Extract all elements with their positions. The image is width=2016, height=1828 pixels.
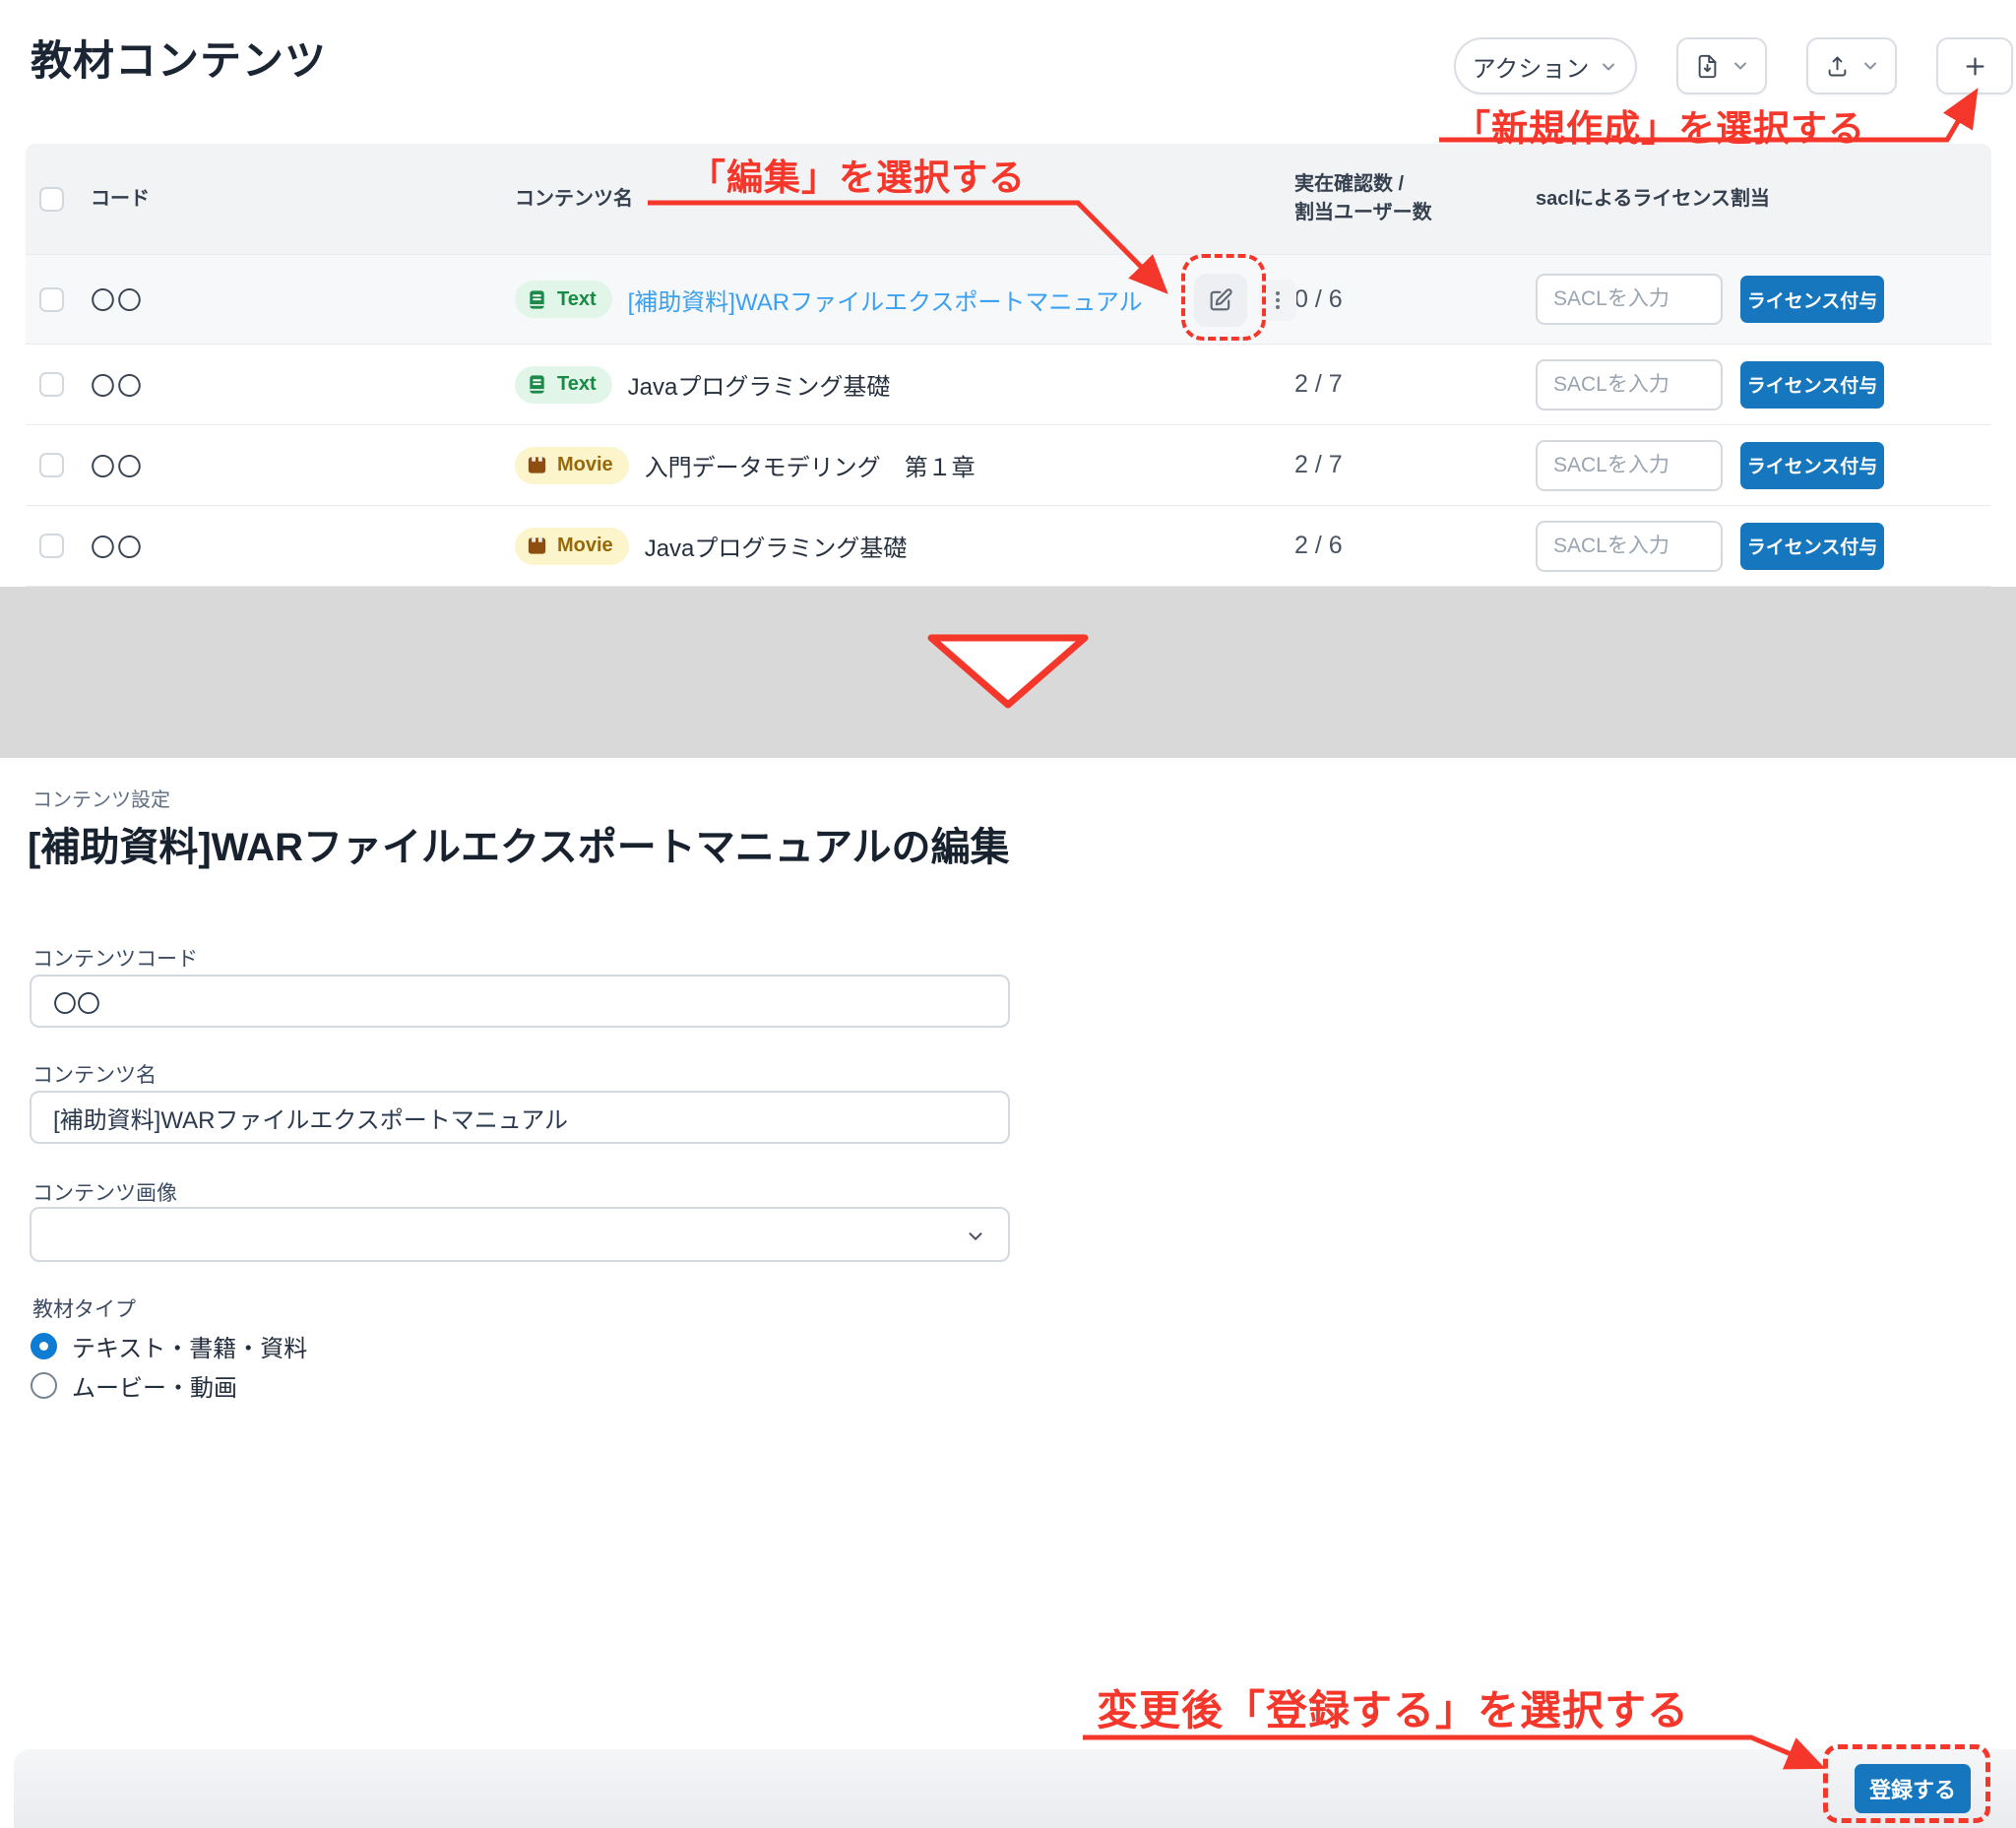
table-row: 〇〇 Movie 入門データモデリング 第１章 2 / 7 [26,425,1991,506]
book-icon [526,288,548,311]
toolbar: アクション [1454,37,2013,95]
footer-bar [14,1749,2016,1828]
table-row: 〇〇 Text Javaプログラミング基礎 2 / 7 [26,345,1991,425]
content-name-label: コンテンツ名 [32,1059,157,1089]
upload-icon [1824,53,1851,80]
grant-license-button[interactable]: ライセンス付与 [1740,361,1884,409]
row-code: 〇〇 [91,367,515,403]
movie-icon [526,454,548,476]
annotation-register: 変更後「登録する」を選択する [1097,1677,1689,1737]
action-dropdown-label: アクション [1473,49,1590,84]
chevron-down-icon [1860,56,1880,76]
row-code: 〇〇 [91,529,515,564]
download-dropdown-button[interactable] [1676,37,1767,95]
book-icon [526,373,548,396]
chevron-down-icon [1599,56,1618,76]
annotation-create-new: 「新規作成」を選択する [1454,98,1865,152]
table-row: 〇〇 Text [補助資料]WARファイルエクスポートマニュアル [26,254,1991,345]
assignment-count: 2 / 6 [1294,532,1536,560]
assignment-count: 2 / 7 [1294,370,1536,399]
column-header-code: コード [91,185,515,214]
radio-option-label: テキスト・書籍・資料 [72,1329,307,1363]
content-table: コード コンテンツ名 実在確認数 / 割当ユーザー数 saclによるライセンス割… [26,144,1991,587]
chevron-down-icon [1731,56,1750,76]
column-header-count: 実在確認数 / 割当ユーザー数 [1294,170,1536,227]
grant-license-button[interactable]: ライセンス付与 [1740,276,1884,323]
chevron-down-icon [965,1226,986,1252]
content-name: 入門データモデリング 第１章 [645,448,976,482]
type-badge-movie: Movie [515,447,629,484]
annotation-edit: 「編集」を選択する [689,148,1026,201]
type-badge-text: Text [515,366,612,404]
assignment-count: 2 / 7 [1294,451,1536,479]
edit-pencil-icon [1207,286,1234,314]
type-badge-text: Text [515,281,612,318]
content-management-page: 教材コンテンツ アクション [0,0,2016,1828]
kebab-menu-icon [1268,288,1288,312]
create-new-button[interactable] [1936,37,2013,95]
radio-option-text[interactable]: テキスト・書籍・資料 [31,1329,307,1363]
edit-button[interactable] [1194,274,1247,327]
page-title: 教材コンテンツ [31,28,327,88]
select-all-checkbox[interactable] [39,187,64,212]
radio-option-movie[interactable]: ムービー・動画 [31,1368,237,1403]
register-button[interactable]: 登録する [1855,1764,1971,1813]
content-name: Javaプログラミング基礎 [645,529,908,563]
content-name: Javaプログラミング基礎 [628,367,891,402]
action-dropdown-button[interactable]: アクション [1454,37,1637,95]
content-code-field[interactable] [30,975,1010,1028]
grant-license-button[interactable]: ライセンス付与 [1740,442,1884,489]
row-code: 〇〇 [91,448,515,483]
sacl-input[interactable] [1536,274,1723,325]
sacl-input[interactable] [1536,521,1723,572]
plus-icon [1962,53,1988,80]
material-type-label: 教材タイプ [32,1293,136,1323]
content-code-label: コンテンツコード [32,943,198,973]
down-triangle-icon [0,587,2016,758]
row-checkbox[interactable] [39,287,64,312]
movie-icon [526,535,548,557]
assignment-count: 0 / 6 [1294,285,1536,314]
form-title: [補助資料]WARファイルエクスポートマニュアルの編集 [28,815,1010,872]
radio-selected-icon[interactable] [31,1333,57,1359]
table-row: 〇〇 Movie Javaプログラミング基礎 2 / 6 [26,506,1991,587]
sacl-input[interactable] [1536,359,1723,410]
content-name-field[interactable] [30,1091,1010,1144]
sacl-input[interactable] [1536,440,1723,491]
grant-license-button[interactable]: ライセンス付与 [1740,523,1884,570]
type-badge-movie: Movie [515,528,629,565]
row-checkbox[interactable] [39,534,64,558]
row-checkbox[interactable] [39,372,64,397]
radio-option-label: ムービー・動画 [72,1368,237,1403]
upload-dropdown-button[interactable] [1806,37,1897,95]
row-code: 〇〇 [91,282,515,317]
file-download-icon [1694,53,1721,80]
more-options-button[interactable] [1259,280,1296,321]
content-image-select[interactable] [30,1207,1010,1262]
section-divider-band [0,587,2016,758]
radio-unselected-icon[interactable] [31,1372,57,1399]
row-checkbox[interactable] [39,453,64,477]
content-image-label: コンテンツ画像 [32,1177,177,1207]
breadcrumb-section-label: コンテンツ設定 [32,784,170,812]
content-name-link[interactable]: [補助資料]WARファイルエクスポートマニュアル [628,283,1143,317]
column-header-license: saclによるライセンス割当 [1536,185,1991,214]
